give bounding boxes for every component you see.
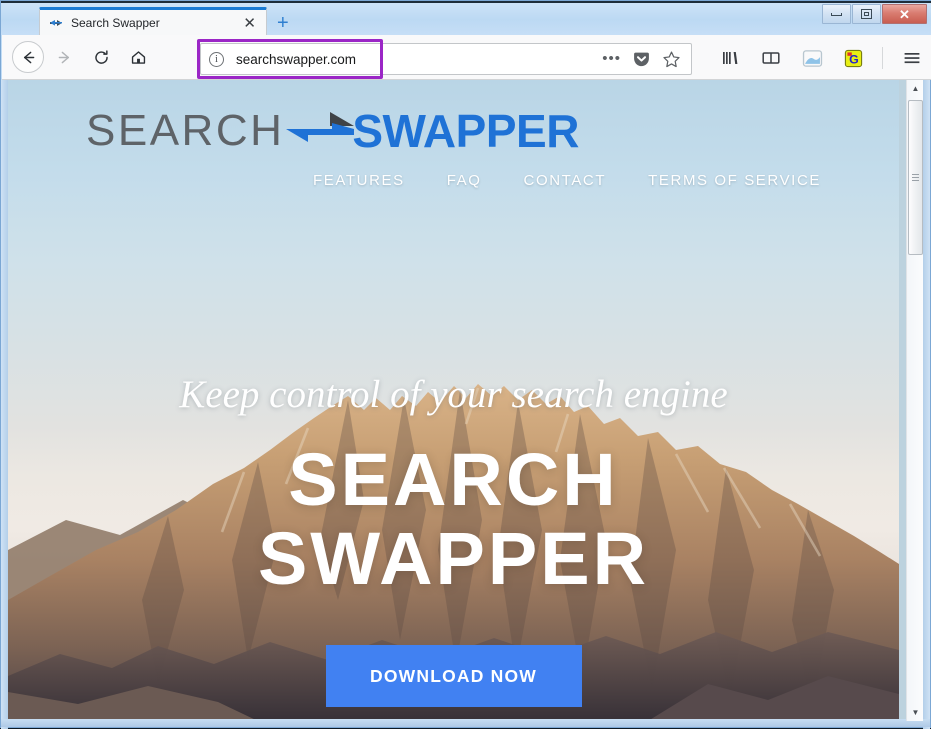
home-icon [130,49,147,66]
minimize-icon [831,13,842,16]
scroll-up-arrow-icon[interactable]: ▲ [907,80,924,97]
nav-item-features[interactable]: FEATURES [313,172,405,189]
window-controls: ✕ [821,4,927,24]
scroll-down-arrow-icon[interactable]: ▼ [907,704,924,721]
logo-word-search: SEARCH [86,109,284,153]
close-window-button[interactable]: ✕ [882,4,927,24]
maximize-button[interactable] [852,4,881,24]
toolbar-divider [882,47,883,69]
nav-item-faq[interactable]: FAQ [447,172,482,189]
site-logo[interactable]: SEARCH SWAPPER [86,108,579,154]
browser-window: Search Swapper ✕ + ✕ [0,0,931,728]
scrollbar-grip-icon [912,172,919,183]
download-now-button[interactable]: DOWNLOAD NOW [326,645,582,707]
swap-arrow-favicon [48,15,64,31]
scrollbar-thumb[interactable] [908,100,923,255]
page-scrollbar[interactable]: ▲ ▼ [906,80,923,721]
page-actions-icon[interactable]: ••• [602,54,621,65]
hero-title-line-1: SEARCH [8,440,899,519]
title-bar: Search Swapper ✕ + ✕ [1,1,931,35]
nav-item-contact[interactable]: CONTACT [524,172,607,189]
window-right-edge [923,80,930,729]
library-icon[interactable] [718,46,742,70]
hero-title: SEARCH SWAPPER [8,440,899,598]
back-button[interactable] [12,41,44,73]
title-bar-top-edge [1,1,931,3]
reload-button[interactable] [84,40,118,74]
g-extension-icon[interactable]: G [841,46,865,70]
reload-icon [93,49,110,66]
page-viewport: SEARCH SWAPPER FEATURES FAQ CONTACT TERM… [8,80,915,721]
window-bottom-edge [1,719,930,727]
maximize-icon [861,9,872,19]
back-arrow-icon [20,49,37,66]
swap-arrows-icon [284,109,358,153]
forward-arrow-icon [56,49,73,66]
window-left-edge [1,80,8,729]
browser-tab[interactable]: Search Swapper ✕ [39,7,267,36]
address-bar-highlight-annotation [197,39,383,79]
home-button[interactable] [121,40,155,74]
hero-tagline: Keep control of your search engine [8,372,899,417]
nav-item-terms-of-service[interactable]: TERMS OF SERVICE [648,172,821,189]
forward-button[interactable] [47,40,81,74]
svg-text:G: G [849,52,859,66]
web-page: SEARCH SWAPPER FEATURES FAQ CONTACT TERM… [8,80,899,721]
hamburger-menu-icon[interactable] [900,46,924,70]
tab-title: Search Swapper [71,16,241,30]
hero-title-line-2: SWAPPER [8,519,899,598]
toolbar-right-icons: G [718,41,924,75]
new-tab-button[interactable]: + [277,13,289,33]
pocket-icon[interactable] [632,50,651,69]
logo-word-swapper: SWAPPER [352,108,579,154]
tab-strip: Search Swapper ✕ + [1,5,931,35]
address-bar-actions: ••• [602,50,683,69]
site-nav: FEATURES FAQ CONTACT TERMS OF SERVICE [313,172,821,189]
minimize-button[interactable] [822,4,851,24]
close-icon: ✕ [899,8,910,21]
tab-close-icon[interactable]: ✕ [241,16,258,31]
bookmark-star-icon[interactable] [662,50,681,69]
screenshot-icon[interactable] [800,46,824,70]
sidebars-icon[interactable] [759,46,783,70]
